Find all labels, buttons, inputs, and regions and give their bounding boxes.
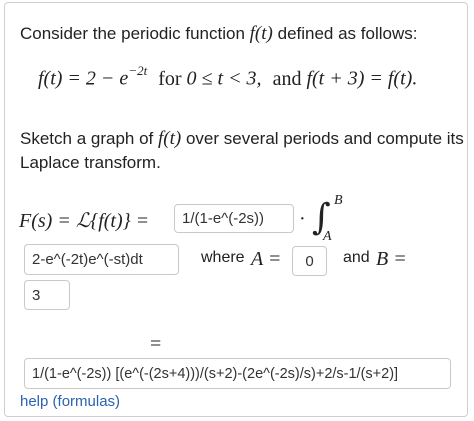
- upper-limit-input[interactable]: 3: [24, 280, 70, 310]
- b-label: B =: [376, 248, 407, 270]
- where-label: where: [201, 249, 245, 266]
- intro-label: Consider the periodic function: [20, 24, 245, 43]
- intro-function: f(t): [249, 23, 273, 44]
- intro-tail: defined as follows:: [277, 24, 418, 43]
- help-formulas-link[interactable]: help (formulas): [20, 393, 120, 410]
- final-answer-input[interactable]: 1/(1-e^(-2s)) [(e^(-(2s+4)))/(s+2)-(2e^(…: [24, 358, 451, 389]
- lower-limit-input[interactable]: 0: [292, 246, 327, 276]
- task-function: f(t): [158, 128, 182, 149]
- task-tail: over several periods and compute its: [185, 129, 464, 148]
- definition-and: and: [272, 67, 302, 90]
- task-line-1: Sketch a graph of f(t) over several peri…: [20, 128, 464, 150]
- and-label: and: [343, 249, 370, 266]
- definition-lhs: f(t) = 2 − e: [38, 67, 129, 90]
- lower-limit-label: A: [323, 229, 332, 244]
- task-label: Sketch a graph of: [20, 129, 154, 148]
- intro-text: Consider the periodic function f(t) defi…: [20, 23, 417, 45]
- factor-input[interactable]: 1/(1-e^(-2s)): [174, 204, 294, 233]
- definition-for: for: [158, 67, 182, 90]
- function-definition: f(t) = 2 − e−2t for 0 ≤ t < 3, and f(t +…: [38, 63, 418, 91]
- upper-limit-label: B: [334, 193, 343, 208]
- transform-lhs: F(s) = ℒ{f(t)} =: [19, 210, 150, 232]
- definition-range: 0 ≤ t < 3,: [186, 67, 262, 90]
- definition-exponent: −2t: [128, 63, 148, 78]
- integrand-input[interactable]: 2-e^(-2t)e^(-st)dt: [24, 244, 179, 275]
- a-label: A =: [251, 248, 282, 270]
- definition-periodicity: f(t + 3) = f(t).: [306, 67, 418, 90]
- question-card: Consider the periodic function f(t) defi…: [4, 2, 468, 417]
- task-line-2: Laplace transform.: [20, 153, 161, 172]
- multiply-dot: ·: [299, 208, 306, 230]
- result-equals: =: [150, 333, 162, 355]
